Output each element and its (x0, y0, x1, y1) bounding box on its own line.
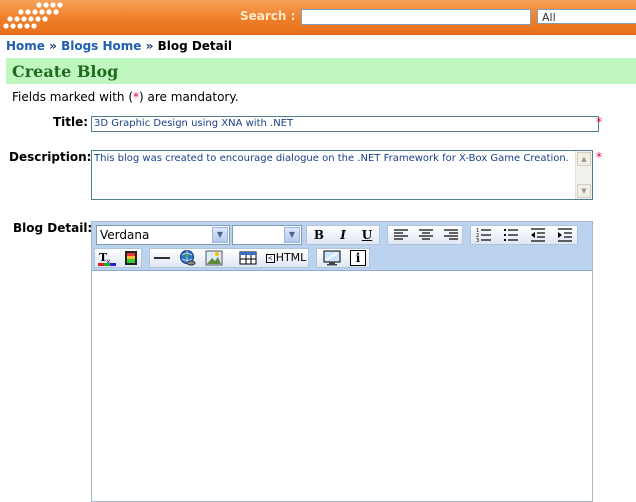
chevron-down-icon: ▼ (212, 227, 228, 243)
insert-image-icon[interactable] (203, 249, 225, 267)
scroll-down-icon[interactable]: ▼ (577, 184, 591, 198)
breadcrumb-separator: » (145, 39, 154, 53)
html-view-button[interactable]: < HTML (264, 249, 308, 267)
info-icon: i (350, 250, 366, 266)
title-label: Title: (53, 115, 89, 129)
editor-content-area[interactable] (92, 271, 592, 501)
font-size-select[interactable]: ▼ (232, 225, 302, 245)
html-view-label: HTML (275, 251, 307, 264)
misc-group: i (316, 248, 370, 268)
svg-text:3: 3 (476, 238, 479, 243)
page-title-bar: Create Blog (6, 58, 636, 84)
text-color-icon[interactable]: Tx (96, 249, 118, 267)
search-input[interactable] (301, 9, 531, 25)
hyperlink-globe-icon[interactable] (177, 249, 199, 267)
search-label: Search : (240, 9, 296, 23)
bullet-list-icon[interactable] (500, 226, 522, 244)
indent-icon[interactable] (554, 226, 576, 244)
editor-toolbar: Verdana ▼ ▼ B I U 123 T x < HTML i (92, 222, 592, 271)
breadcrumb-separator: » (49, 39, 57, 53)
align-right-icon[interactable] (440, 226, 462, 244)
html-source-icon: < (265, 254, 275, 263)
list-indent-group: 123 (470, 225, 578, 245)
description-textarea[interactable]: This blog was created to encourage dialo… (91, 150, 593, 200)
mandatory-note: Fields marked with (*) are mandatory. (12, 90, 239, 104)
breadcrumb-home-link[interactable]: Home (6, 39, 45, 53)
scroll-up-icon[interactable]: ▲ (577, 152, 591, 166)
rich-text-editor: Verdana ▼ ▼ B I U 123 T x < HTML i (91, 221, 593, 502)
italic-button[interactable]: I (332, 226, 354, 244)
title-required-star: * (596, 115, 602, 129)
insert-group: < HTML (149, 248, 309, 268)
preview-monitor-icon[interactable] (321, 249, 343, 267)
blog-detail-label: Blog Detail: (13, 221, 93, 235)
mandatory-note-prefix: Fields marked with ( (12, 90, 134, 104)
align-left-icon[interactable] (390, 226, 412, 244)
title-input[interactable]: 3D Graphic Design using XNA with .NET (91, 116, 599, 132)
ordered-list-icon[interactable]: 123 (473, 226, 495, 244)
logo-dots-icon[interactable] (2, 2, 66, 32)
alignment-group (387, 225, 463, 245)
breadcrumb-blogs-home-link[interactable]: Blogs Home (61, 39, 141, 53)
search-scope-select[interactable]: All (537, 9, 636, 24)
font-family-value: Verdana (100, 228, 150, 242)
font-family-select[interactable]: Verdana ▼ (96, 225, 230, 245)
color-group: Tx (94, 248, 142, 268)
horizontal-rule-icon[interactable] (151, 249, 173, 267)
underline-button[interactable]: U (356, 226, 378, 244)
description-required-star: * (596, 150, 602, 164)
description-scrollbar[interactable]: ▲ ▼ (575, 151, 592, 199)
background-color-icon[interactable] (120, 249, 142, 267)
outdent-icon[interactable] (527, 226, 549, 244)
mandatory-note-suffix: ) are mandatory. (139, 90, 239, 104)
page-title: Create Blog (12, 62, 119, 81)
breadcrumb-current: Blog Detail (157, 39, 232, 53)
search-scope-value: All (542, 11, 556, 24)
title-input-value: 3D Graphic Design using XNA with .NET (94, 118, 294, 129)
align-center-icon[interactable] (415, 226, 437, 244)
text-style-group: B I U (306, 225, 380, 245)
breadcrumb: Home » Blogs Home » Blog Detail (6, 39, 232, 53)
chevron-down-icon: ▼ (284, 227, 300, 243)
info-button[interactable]: i (347, 249, 369, 267)
insert-table-icon[interactable] (237, 249, 259, 267)
description-value: This blog was created to encourage dialo… (94, 153, 569, 164)
bold-button[interactable]: B (308, 226, 330, 244)
header-bar: Search : All (0, 0, 636, 35)
description-label: Description: (9, 150, 92, 164)
